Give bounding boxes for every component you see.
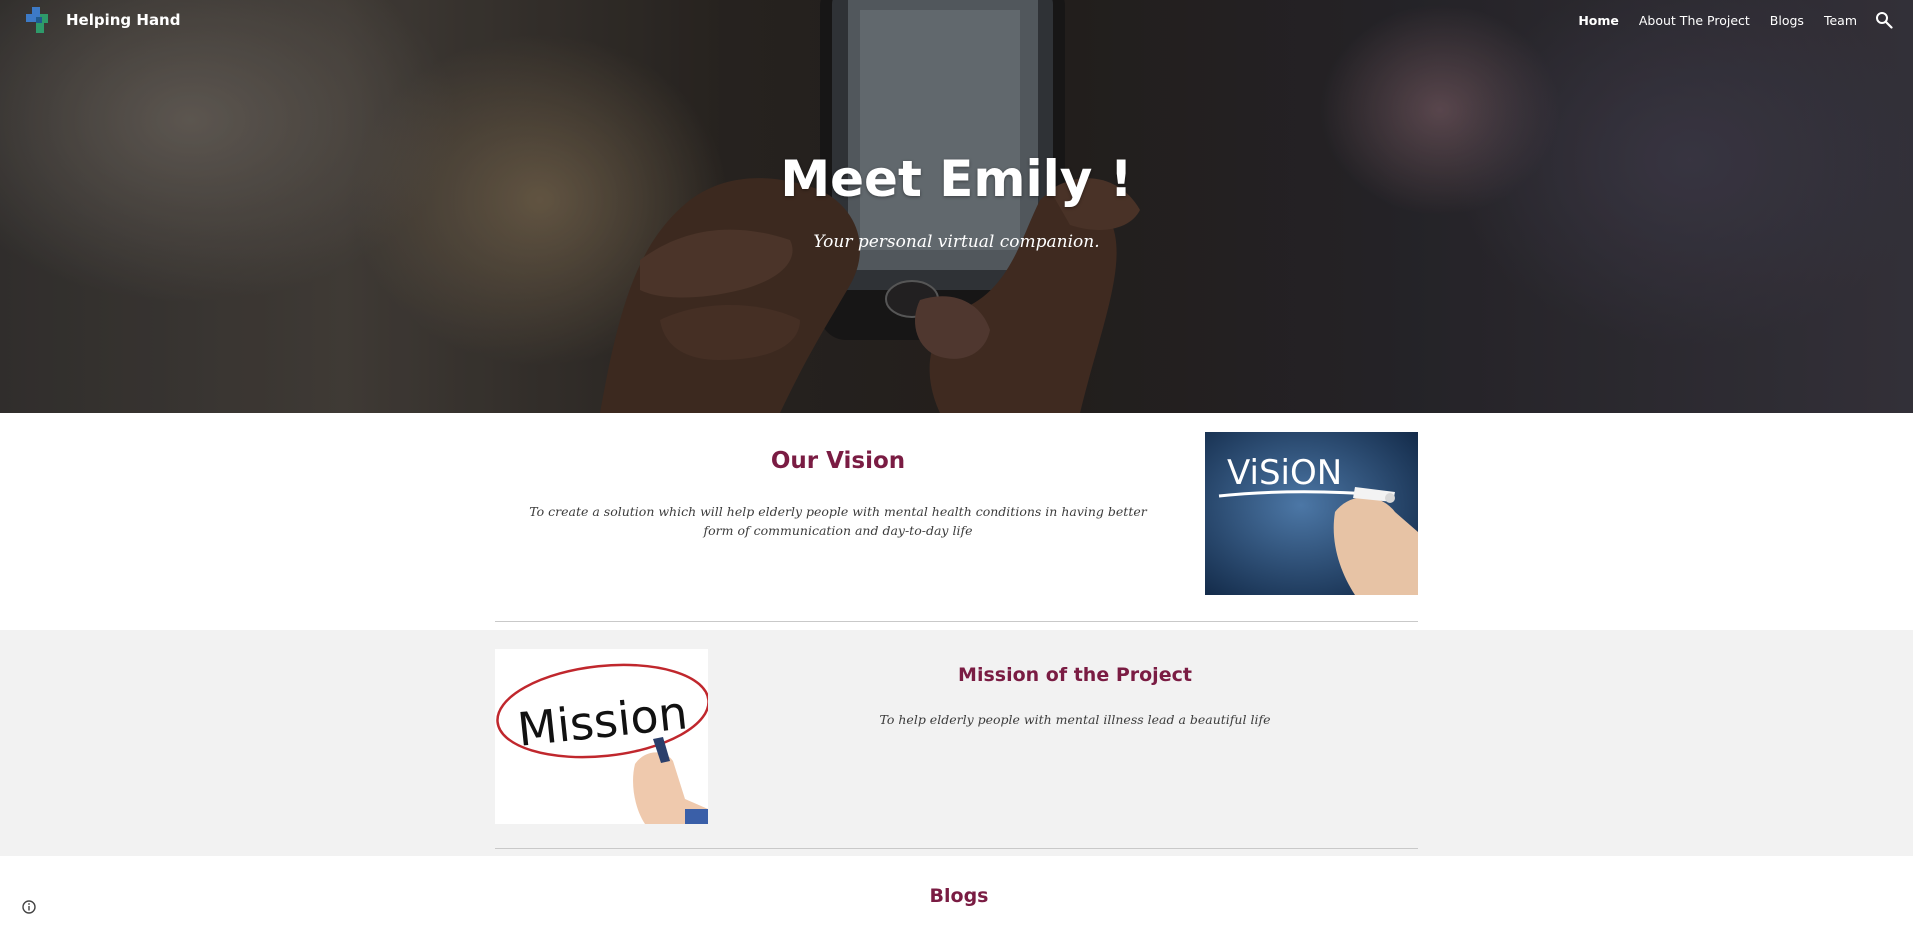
vision-text: To create a solution which will help eld… (529, 504, 1147, 538)
helping-hand-logo-icon (26, 7, 48, 33)
hero-banner: Helping Hand Home About The Project Blog… (0, 0, 1913, 413)
nav-team[interactable]: Team (1824, 13, 1857, 28)
vision-image: ViSiON (1205, 432, 1418, 595)
site-brand[interactable]: Helping Hand (24, 5, 180, 35)
vision-image-word: ViSiON (1227, 453, 1342, 493)
mission-text: To help elderly people with mental illne… (879, 712, 1271, 727)
search-icon[interactable] (1875, 11, 1893, 29)
mission-section: Mission Mission of the Project To help e… (0, 630, 1913, 856)
nav-home[interactable]: Home (1578, 13, 1619, 28)
mission-image: Mission (495, 649, 708, 824)
site-name: Helping Hand (66, 11, 181, 29)
top-navigation: Home About The Project Blogs Team (1558, 7, 1893, 33)
nav-blogs[interactable]: Blogs (1770, 13, 1804, 28)
hero-subtitle: Your personal virtual companion. (813, 232, 1100, 252)
blogs-heading: Blogs (929, 885, 989, 907)
hero-title: Meet Emily ! (780, 150, 1133, 208)
nav-about-the-project[interactable]: About The Project (1639, 13, 1750, 28)
info-icon[interactable] (22, 900, 36, 914)
blogs-section: Blogs (0, 856, 1913, 934)
vision-section: Our Vision To create a solution which wi… (0, 413, 1913, 630)
section-divider (495, 848, 1418, 849)
section-divider (495, 621, 1418, 622)
vision-heading: Our Vision (770, 448, 906, 474)
mission-heading: Mission of the Project (958, 664, 1192, 686)
